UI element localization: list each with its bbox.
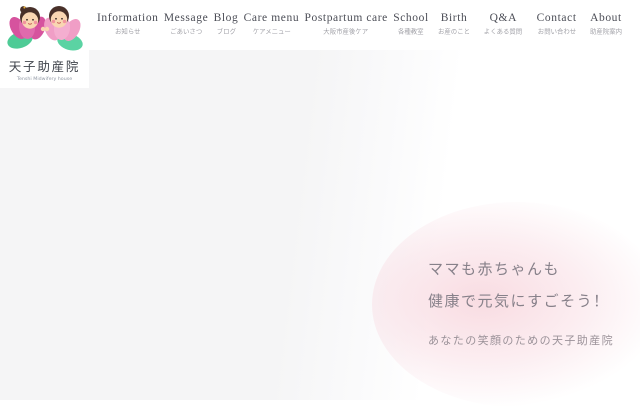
nav-label: Information [97, 11, 159, 25]
nav-item-contact[interactable]: Contact お問い合わせ [533, 11, 581, 37]
nav-label: Blog [214, 11, 239, 25]
nav-item-information[interactable]: Information お知らせ [97, 11, 159, 37]
hero-headline-line1: ママも赤ちゃんも [428, 253, 614, 285]
page: ママも赤ちゃんも 健康で元気にすごそう！ あなたの笑顔のための天子助産院 Inf… [0, 0, 640, 400]
hero-subline: あなたの笑顔のための天子助産院 [428, 332, 614, 348]
nav-sublabel: お産のこと [438, 28, 470, 35]
nav-item-care-menu[interactable]: Care menu ケアメニュー [244, 11, 300, 37]
nav-sublabel: よくある質問 [484, 28, 522, 35]
nav-label: School [393, 11, 429, 25]
nav-label: Q&A [479, 11, 527, 25]
nav-sublabel: ブログ [216, 28, 236, 35]
main-nav: Information お知らせ Message ごあいさつ Blog ブログ … [97, 11, 626, 37]
nav-sublabel: お知らせ [103, 28, 152, 35]
nav-item-blog[interactable]: Blog ブログ [214, 11, 239, 37]
hero-tagline: ママも赤ちゃんも 健康で元気にすごそう！ あなたの笑顔のための天子助産院 [428, 253, 614, 348]
nav-label: Message [164, 11, 208, 25]
hero-headline-line2: 健康で元気にすごそう！ [428, 285, 614, 317]
nav-item-message[interactable]: Message ごあいさつ [164, 11, 208, 37]
nav-sublabel: 助産院案内 [590, 28, 622, 35]
nav-item-school[interactable]: School 各種教室 [393, 11, 429, 37]
nav-sublabel: 大阪市産後ケア [313, 28, 380, 35]
nav-label: About [586, 11, 626, 25]
nav-sublabel: 各種教室 [397, 28, 425, 35]
site-header: Information お知らせ Message ごあいさつ Blog ブログ … [0, 0, 640, 50]
nav-sublabel: ごあいさつ [168, 28, 204, 35]
hero-section: ママも赤ちゃんも 健康で元気にすごそう！ あなたの笑顔のための天子助産院 [0, 50, 640, 400]
nav-item-birth[interactable]: Birth お産のこと [434, 11, 474, 37]
nav-item-postpartum-care[interactable]: Postpartum care 大阪市産後ケア [304, 11, 387, 37]
nav-sublabel: ケアメニュー [249, 28, 293, 35]
brand-name: 天子助産院 [0, 56, 89, 75]
nav-label: Birth [434, 11, 474, 25]
nav-item-qa[interactable]: Q&A よくある質問 [479, 11, 527, 37]
babies-in-flowers-illustration [7, 3, 83, 51]
brand-tagline-en: Tenshi Midwifery house [14, 76, 75, 81]
nav-item-about[interactable]: About 助産院案内 [586, 11, 626, 37]
nav-label: Contact [533, 11, 581, 25]
site-logo[interactable]: 天子助産院 Tenshi Midwifery house [0, 0, 89, 88]
nav-label: Postpartum care [304, 11, 387, 25]
nav-label: Care menu [244, 11, 300, 25]
nav-sublabel: お問い合わせ [537, 28, 575, 35]
